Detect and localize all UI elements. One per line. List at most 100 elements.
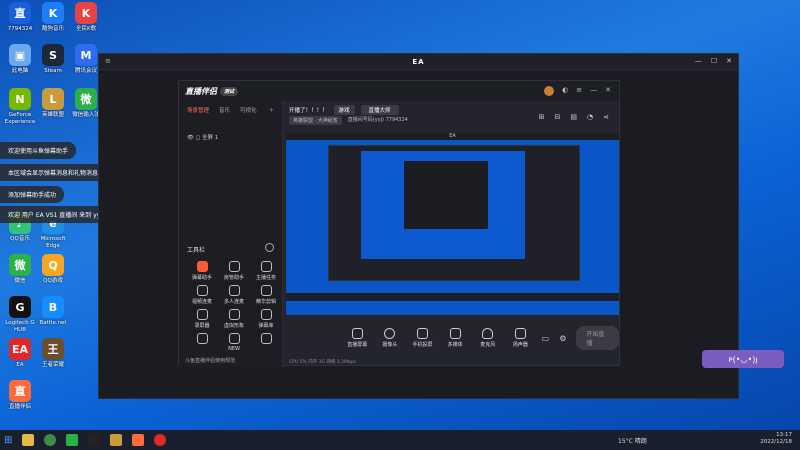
desktop-icon-label: 英雄联盟 xyxy=(41,112,64,118)
tool-button[interactable]: 房管助手 xyxy=(221,261,247,281)
close-icon[interactable]: ✕ xyxy=(605,86,611,96)
app-icon: M xyxy=(75,44,97,66)
desktop-icon[interactable]: B Battle.net xyxy=(35,296,71,327)
tool-label: 弹幕库 xyxy=(258,323,274,329)
footer-note[interactable]: 斗鱼直播伴侣使用规范 xyxy=(185,357,235,364)
screen-capture-button[interactable]: 直播屏幕 xyxy=(346,328,369,348)
tool-icon xyxy=(260,285,272,296)
app-icon: 微 xyxy=(9,254,31,276)
streamer-avatar-bubble: ᴘ(•◡•)ȷ xyxy=(702,350,784,368)
tool-button[interactable]: NEW xyxy=(221,333,247,352)
ghub-icon[interactable] xyxy=(88,434,101,446)
tool-button[interactable]: 虚拟形象 xyxy=(221,309,247,329)
gift-icon[interactable]: ⊞ xyxy=(539,113,545,121)
desktop-icon[interactable]: 王王者荣耀 xyxy=(35,338,71,369)
maximize-icon[interactable]: ☐ xyxy=(711,57,717,65)
settings-icon[interactable]: ⚙ xyxy=(559,334,566,343)
phone-cast-button[interactable]: 手机投屏 xyxy=(411,328,434,348)
ea-titlebar[interactable]: ≡ EA — ☐ ✕ xyxy=(99,54,738,70)
tool-button[interactable] xyxy=(189,333,215,346)
desktop-icon[interactable]: ▣ 此电脑 xyxy=(2,44,38,75)
menu-icon[interactable]: ≡ xyxy=(105,57,111,65)
desktop-icon[interactable]: L 英雄联盟 xyxy=(35,88,71,119)
tool-button[interactable]: 视频连麦 xyxy=(189,285,215,305)
tool-icon xyxy=(196,285,208,296)
desktop-icon[interactable]: Q QQ游戏 xyxy=(35,254,71,285)
tool-button[interactable]: 弹幕助手 xyxy=(189,261,215,281)
desktop-icon[interactable]: K 全民K歌 xyxy=(68,2,104,33)
add-scene-icon[interactable]: ＋ xyxy=(268,106,274,114)
tool-icon xyxy=(228,333,240,344)
camera-button[interactable]: 摄像头 xyxy=(379,328,402,348)
stream-title[interactable]: 开播了！！！！ xyxy=(289,106,328,114)
stream-preview[interactable]: EA xyxy=(286,133,619,315)
app-icon: N xyxy=(9,88,31,110)
skin-icon[interactable]: ◐ xyxy=(562,86,568,96)
media-button[interactable]: 多媒体 xyxy=(444,328,467,348)
desktop-icon-label: 酷狗音乐 xyxy=(41,26,64,32)
minimize-icon[interactable]: — xyxy=(590,86,597,96)
wechat-icon[interactable] xyxy=(66,434,79,446)
danmaku-notification: 本区域会显示弹幕消息和礼物消息 xyxy=(0,164,107,181)
shop-icon[interactable]: ▤ xyxy=(570,113,577,121)
desktop-icon[interactable]: K 酷狗音乐 xyxy=(35,2,71,33)
desktop-icon[interactable]: 直直播伴侣 xyxy=(2,380,38,411)
lol-icon[interactable] xyxy=(110,434,123,446)
tool-icon xyxy=(260,261,272,272)
desktop-icon-label: 此电脑 xyxy=(11,68,29,74)
tool-button[interactable]: 录屏器 xyxy=(189,309,215,329)
menu-icon[interactable]: ≡ xyxy=(576,86,582,96)
desktop-icon[interactable]: EA EA xyxy=(2,338,38,369)
tool-button[interactable]: 精华剪辑 xyxy=(253,285,279,305)
chrome-icon[interactable] xyxy=(44,434,57,446)
desktop-icon[interactable]: N GeForce Experience xyxy=(2,88,38,125)
desktop-icon[interactable]: 直 7794324 xyxy=(2,2,38,33)
tab-visual[interactable]: 可视化 xyxy=(240,106,257,114)
clock[interactable]: 13:17 2022/12/18 xyxy=(760,432,792,446)
speaker-button[interactable]: 扬声器 xyxy=(509,328,532,348)
minimize-icon[interactable]: — xyxy=(695,57,702,65)
ea-icon[interactable] xyxy=(154,434,167,446)
streaming-app-icon[interactable] xyxy=(132,434,145,446)
tool-label: 房管助手 xyxy=(223,275,244,281)
chart-icon[interactable]: ⊟ xyxy=(555,113,561,121)
bell-icon[interactable]: ◔ xyxy=(587,113,593,121)
desktop-icon-label: Logitech G HUB xyxy=(5,320,35,333)
tool-icon xyxy=(196,309,208,320)
tools-settings-icon[interactable] xyxy=(265,243,274,252)
tool-icon xyxy=(228,285,240,296)
room-id-label: 直播间号码(yyj) 7794324 xyxy=(347,117,408,123)
windows-start-icon[interactable]: ⊞ xyxy=(4,435,12,446)
app-logo: 直播伴侣 xyxy=(185,86,217,96)
category-tag[interactable]: 游戏 xyxy=(333,105,355,115)
start-live-button[interactable]: 开始直播 xyxy=(576,326,620,350)
close-icon[interactable]: ✕ xyxy=(726,57,732,65)
desktop-icon-label: 全民K歌 xyxy=(75,26,97,32)
room-tag[interactable]: 直播大师 xyxy=(360,105,399,115)
tool-button[interactable]: 弹幕库 xyxy=(253,309,279,329)
scene-item[interactable]: 👁 ◻ 全屏 1 xyxy=(187,133,218,141)
app-icon: 王 xyxy=(42,338,64,360)
tab-scene[interactable]: 场景管理 xyxy=(187,106,209,114)
desktop-icon[interactable]: 微微信 xyxy=(2,254,38,285)
microphone-button[interactable]: 麦克风 xyxy=(476,328,499,348)
desktop-icon-label: Microsoft Edge xyxy=(40,236,66,249)
tool-icon xyxy=(196,261,208,272)
file-explorer-icon[interactable] xyxy=(22,434,35,446)
record-icon[interactable]: ▭ xyxy=(542,334,550,343)
tool-button[interactable]: 主播任务 xyxy=(253,261,279,281)
desktop-icon[interactable]: S Steam xyxy=(35,44,71,75)
streaming-app-window[interactable]: 直播伴侣 测试 ◐ ≡ — ✕ 场景管理 音乐 可视化 ＋ 👁 ◻ 全屏 1 工具… xyxy=(178,80,620,367)
tool-button[interactable] xyxy=(253,333,279,346)
share-icon[interactable]: ⋖ xyxy=(603,113,609,121)
avatar[interactable] xyxy=(544,86,555,96)
tool-icon xyxy=(196,333,208,344)
status-text: CPU 5% 内存 3G 网络 1.2Mbps xyxy=(289,360,356,365)
app-icon: G xyxy=(9,296,31,318)
game-tag[interactable]: 英雄联盟 · 大神秘笈 xyxy=(289,116,342,125)
desktop-icon-label: 王者荣耀 xyxy=(41,362,64,368)
weather-widget[interactable]: 15°C 晴朗 xyxy=(618,436,647,445)
tab-music[interactable]: 音乐 xyxy=(219,106,230,114)
desktop-icon[interactable]: G Logitech G HUB xyxy=(2,296,38,333)
tool-button[interactable]: 多人连麦 xyxy=(221,285,247,305)
